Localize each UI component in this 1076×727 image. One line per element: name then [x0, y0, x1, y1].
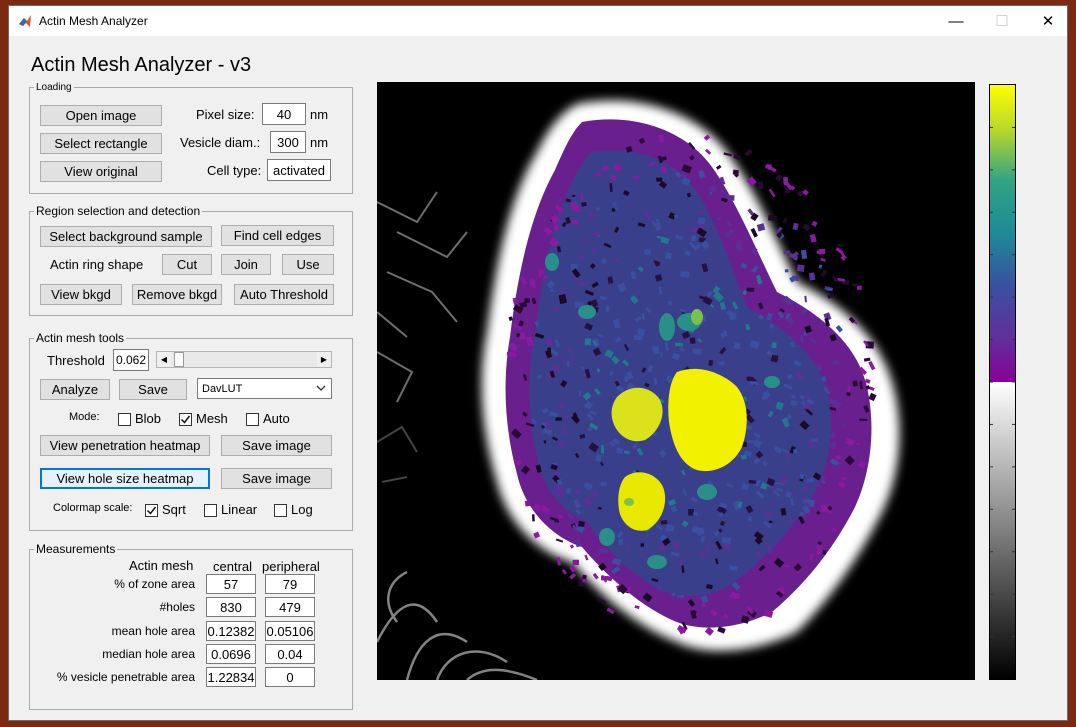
measurements-header-peripheral: peripheral [262, 559, 320, 574]
mode-mesh-label: Mesh [196, 411, 228, 426]
save-hole-size-image-button[interactable]: Save image [221, 468, 332, 489]
neighbor-cell-left [377, 191, 468, 483]
cell-image[interactable] [377, 82, 975, 680]
measurement-peripheral-value: 0 [265, 667, 315, 687]
measurement-central-value: 57 [206, 574, 256, 594]
colormap-sqrt-label: Sqrt [162, 502, 186, 517]
measurement-label: mean hole area [111, 624, 195, 638]
colormap-linear-checkbox[interactable] [204, 504, 217, 517]
region-legend: Region selection and detection [36, 204, 201, 218]
colormap-sqrt-checkbox[interactable] [145, 504, 158, 517]
colormap-log-label: Log [291, 502, 313, 517]
app-window: Actin Mesh Analyzer — ☐ ✕ Actin Mesh Ana… [8, 5, 1068, 721]
measurement-central-value: 0.12382 [206, 621, 256, 641]
open-image-button[interactable]: Open image [40, 105, 162, 126]
colormap-log-checkbox[interactable] [274, 504, 287, 517]
vesicle-diam-label: Vesicle diam.: [180, 135, 261, 150]
cell-type-label: Cell type: [207, 163, 262, 178]
measurement-peripheral-value: 0.04 [265, 644, 315, 664]
view-penetration-heatmap-button[interactable]: View penetration heatmap [40, 435, 210, 456]
cell-image-canvas [377, 100, 900, 680]
threshold-label: Threshold [47, 353, 105, 368]
title-bar: Actin Mesh Analyzer — ☐ ✕ [9, 6, 1067, 36]
mode-auto-checkbox[interactable] [246, 413, 259, 426]
chevron-down-icon [316, 385, 326, 391]
cut-button[interactable]: Cut [162, 254, 212, 275]
mode-auto-label: Auto [263, 411, 290, 426]
view-hole-size-heatmap-button[interactable]: View hole size heatmap [40, 468, 210, 489]
threshold-slider[interactable]: ◀ ▶ [156, 351, 332, 368]
matlab-icon [19, 15, 31, 27]
close-icon: ✕ [1041, 13, 1055, 30]
measurements-header-central: central [213, 559, 253, 574]
measurements-legend: Measurements [36, 542, 116, 556]
measurement-central-value: 830 [206, 597, 256, 617]
pixel-size-unit: nm [310, 107, 329, 122]
check-icon [180, 415, 191, 424]
colormap-scale-label: Colormap scale: [53, 502, 133, 514]
use-button[interactable]: Use [282, 254, 334, 275]
lut-selected: DavLUT [202, 382, 243, 395]
measurement-peripheral-value: 79 [265, 574, 315, 594]
slider-thumb[interactable] [173, 352, 184, 367]
colorbar [989, 84, 1016, 680]
loading-legend: Loading [36, 82, 72, 93]
mode-mesh-checkbox[interactable] [179, 413, 192, 426]
auto-threshold-button[interactable]: Auto Threshold [234, 284, 334, 305]
measurement-peripheral-value: 479 [265, 597, 315, 617]
arrow-right-icon[interactable]: ▶ [317, 352, 331, 367]
check-icon [146, 506, 157, 515]
select-background-sample-button[interactable]: Select background sample [40, 226, 212, 247]
vesicle-diam-unit: nm [310, 135, 329, 150]
measurement-peripheral-value: 0.05106 [265, 621, 315, 641]
minimize-icon: — [948, 12, 964, 30]
analyze-button[interactable]: Analyze [40, 379, 110, 400]
neighbor-cell-bottom [377, 570, 538, 680]
window-title: Actin Mesh Analyzer [39, 14, 148, 28]
measurement-label: #holes [159, 600, 195, 614]
lut-dropdown[interactable]: DavLUT [197, 378, 332, 399]
app-title: Actin Mesh Analyzer - v3 [31, 54, 252, 76]
actin-ring-shape-label: Actin ring shape [50, 257, 144, 272]
measurement-label: % of zone area [114, 577, 195, 591]
measurement-central-value: 1.22834 [206, 667, 256, 687]
threshold-input[interactable] [113, 349, 149, 371]
select-rectangle-button[interactable]: Select rectangle [40, 133, 162, 154]
pixel-size-input[interactable] [262, 103, 306, 125]
remove-bkgd-button[interactable]: Remove bkgd [132, 284, 222, 305]
measurement-label: median hole area [102, 647, 195, 661]
view-original-button[interactable]: View original [40, 161, 162, 182]
cell-type-input[interactable] [267, 159, 331, 181]
find-cell-edges-button[interactable]: Find cell edges [221, 225, 334, 246]
maximize-icon: ☐ [995, 13, 1009, 30]
mode-blob-label: Blob [135, 411, 162, 426]
mode-label: Mode: [69, 411, 100, 423]
maximize-button[interactable]: ☐ [979, 6, 1025, 36]
view-bkgd-button[interactable]: View bkgd [40, 284, 122, 305]
pixel-size-label: Pixel size: [196, 107, 255, 122]
vesicle-diam-input[interactable] [270, 131, 306, 153]
mode-blob-checkbox[interactable] [118, 413, 131, 426]
measurement-label: % vesicle penetrable area [56, 670, 195, 684]
join-button[interactable]: Join [221, 254, 271, 275]
minimize-button[interactable]: — [933, 6, 979, 36]
save-penetration-image-button[interactable]: Save image [221, 435, 332, 456]
colorbar-gradient [990, 85, 1015, 679]
save-button[interactable]: Save [119, 379, 187, 400]
colormap-linear-label: Linear [221, 502, 258, 517]
arrow-left-icon[interactable]: ◀ [157, 352, 171, 367]
measurement-central-value: 0.0696 [206, 644, 256, 664]
mesh-tools-legend: Actin mesh tools [36, 331, 125, 345]
measurements-header-name: Actin mesh [129, 558, 194, 573]
close-button[interactable]: ✕ [1025, 6, 1071, 36]
